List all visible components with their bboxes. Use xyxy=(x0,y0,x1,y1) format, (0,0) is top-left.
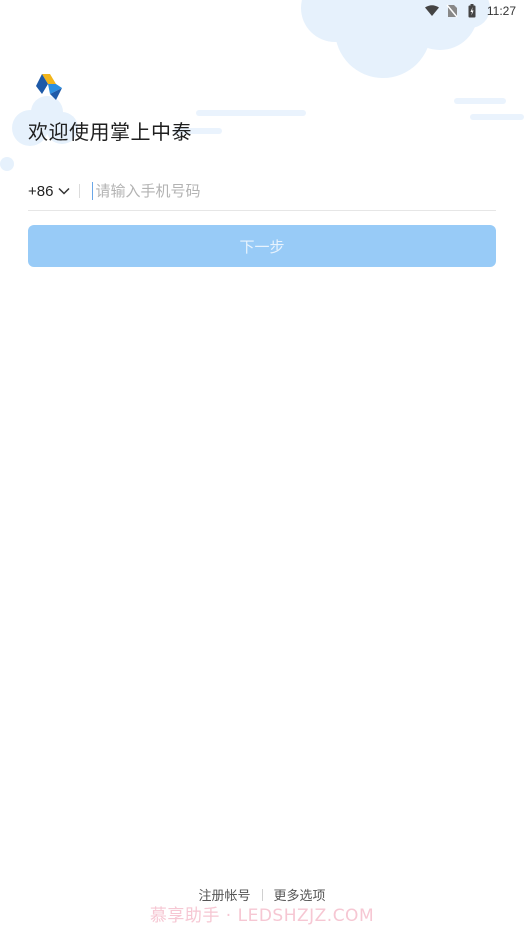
input-divider xyxy=(79,184,81,198)
status-bar: 11:27 xyxy=(324,0,524,22)
footer-divider xyxy=(261,888,263,901)
welcome-title: 欢迎使用掌上中泰 xyxy=(28,120,192,144)
phone-input-row: +86 xyxy=(28,172,496,211)
phone-number-input[interactable] xyxy=(95,182,496,200)
country-code-selector[interactable]: +86 xyxy=(28,183,71,200)
wifi-icon xyxy=(424,4,439,18)
battery-charging-icon xyxy=(465,4,479,18)
watermark-text: 慕享助手 · LEDSHZJZ.COM xyxy=(149,906,375,926)
next-step-button[interactable]: 下一步 xyxy=(28,225,496,267)
no-sim-icon xyxy=(445,4,459,18)
text-cursor xyxy=(92,182,94,200)
status-time: 11:27 xyxy=(486,4,516,18)
chevron-down-icon xyxy=(58,187,70,195)
background-clouds xyxy=(0,0,524,171)
app-logo-icon xyxy=(36,74,62,100)
country-code-label: +86 xyxy=(28,182,54,200)
